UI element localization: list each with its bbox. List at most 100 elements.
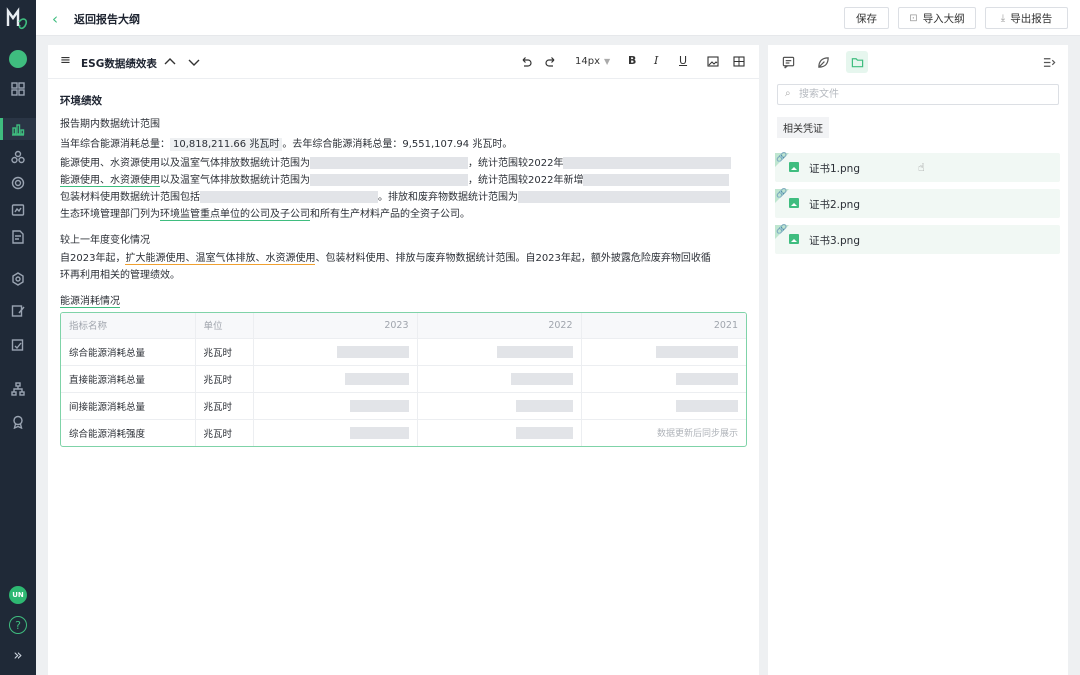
table-header-2023: 2023 <box>253 313 418 339</box>
import-icon: ⊡ <box>909 12 918 24</box>
workspace-icon[interactable] <box>9 50 27 68</box>
top-bar: ‹ 返回报告大纲 保存 ⊡ 导入大纲 ⤓ 导出报告 <box>36 0 1080 36</box>
scope-line-2: 能源使用、水资源使用以及温室气体排放数据统计范围为 ，统计范围较2022年新增 <box>60 171 730 187</box>
edit-doc-icon[interactable] <box>9 302 27 320</box>
row-unit: 兆瓦时 <box>195 365 254 393</box>
help-icon[interactable]: ? <box>9 616 27 634</box>
data-icon[interactable] <box>9 201 27 219</box>
bold-icon[interactable]: B <box>628 54 636 67</box>
energy-total-suffix: 。去年综合能源消耗总量：9,551,107.94 兆瓦时。 <box>282 139 513 150</box>
font-size-select[interactable]: 14px ▼ <box>575 56 610 67</box>
redacted-cell[interactable] <box>581 338 746 366</box>
chevron-down-icon[interactable] <box>188 58 200 67</box>
change-line-1: 自2023年起，扩大能源使用、温室气体排放、水资源使用、包装材料使用、排放与废弃… <box>60 249 711 265</box>
award-icon[interactable] <box>9 413 27 431</box>
redacted-cell[interactable] <box>581 365 746 393</box>
review-icon[interactable] <box>9 336 27 354</box>
cluster-icon[interactable] <box>9 148 27 166</box>
file-item[interactable]: 🔗 证书3.png <box>775 225 1060 254</box>
scope-line-2-b: 以及温室气体排放数据统计范围为 <box>160 175 310 186</box>
editor-panel: ≡ ESG数据绩效表 14px ▼ B I U 环境绩效 报告期内数据统计范围 当… <box>48 45 759 675</box>
chevron-up-icon[interactable] <box>164 57 176 66</box>
undo-icon[interactable] <box>520 56 532 67</box>
table-header-name: 指标名称 <box>61 313 196 339</box>
energy-heading: 能源消耗情况 <box>60 292 120 308</box>
back-to-outline-link[interactable]: 返回报告大纲 <box>74 11 140 27</box>
scope-title: 报告期内数据统计范围 <box>60 119 160 130</box>
file-item[interactable]: 🔗 证书2.png <box>775 189 1060 218</box>
row-unit: 兆瓦时 <box>195 338 254 366</box>
italic-icon[interactable]: I <box>654 54 658 67</box>
redacted-cell[interactable] <box>253 365 418 393</box>
scope-line-2-c: ，统计范围较2022年新增 <box>468 175 584 186</box>
scope-line-3-b: 。排放和废弃物数据统计范围为 <box>378 192 518 203</box>
energy-heading-text[interactable]: 能源消耗情况 <box>60 296 120 308</box>
redacted-cell[interactable] <box>253 392 418 420</box>
folder-icon[interactable] <box>846 51 868 73</box>
right-panel: ⌕ 相关凭证 🔗 证书1.png ☝ 🔗 证书2.png 🔗 证书3.png <box>768 45 1068 675</box>
file-item[interactable]: 🔗 证书1.png ☝ <box>775 153 1060 182</box>
table-row[interactable]: 综合能源消耗总量 兆瓦时 <box>61 338 746 366</box>
target-icon[interactable] <box>9 174 27 192</box>
file-name: 证书2.png <box>809 199 861 211</box>
leaf-icon[interactable] <box>812 51 834 73</box>
table-icon[interactable] <box>733 56 745 67</box>
app-logo-icon[interactable] <box>5 6 31 34</box>
hand-cursor-icon: ☝ <box>918 161 925 174</box>
image-icon[interactable] <box>707 56 719 67</box>
comment-icon[interactable] <box>777 51 799 73</box>
link-icon: 🔗 <box>776 189 788 199</box>
report-chart-icon[interactable] <box>9 120 27 138</box>
underline-icon[interactable]: U <box>679 54 687 67</box>
expand-sidebar-icon[interactable]: » <box>9 646 27 664</box>
save-button-label: 保存 <box>856 12 877 25</box>
row-unit: 兆瓦时 <box>195 419 254 446</box>
table-row[interactable]: 直接能源消耗总量 兆瓦时 <box>61 365 746 393</box>
scope-line-1: 能源使用、水资源使用以及温室气体排放数据统计范围为 ，统计范围较2022年 <box>60 154 732 169</box>
table-header-unit: 单位 <box>195 313 254 339</box>
redacted-block <box>563 157 732 169</box>
table-row[interactable]: 间接能源消耗总量 兆瓦时 <box>61 392 746 420</box>
dashboard-icon[interactable] <box>9 80 27 98</box>
redacted-cell[interactable] <box>417 338 582 366</box>
user-avatar[interactable]: UN <box>9 586 27 604</box>
scope-line-4-a: 生态环境管理部门列为 <box>60 209 160 220</box>
import-outline-label: 导入大纲 <box>922 12 965 25</box>
save-button[interactable]: 保存 <box>844 7 889 29</box>
settings-icon[interactable] <box>9 270 27 288</box>
editor-toolbar: ≡ ESG数据绩效表 14px ▼ B I U <box>48 45 759 79</box>
redo-icon[interactable] <box>545 56 557 67</box>
energy-total-value[interactable]: 10,818,211.66 兆瓦时 <box>170 138 283 151</box>
redacted-cell[interactable] <box>253 419 418 446</box>
file-search-input[interactable] <box>799 87 1054 102</box>
collapse-panel-icon[interactable] <box>1038 51 1060 73</box>
scope-line-4-b[interactable]: 环境监管重点单位的公司及子公司 <box>160 209 310 221</box>
redacted-cell[interactable] <box>253 338 418 366</box>
row-name: 综合能源消耗总量 <box>61 338 196 366</box>
row-name: 间接能源消耗总量 <box>61 392 196 420</box>
image-file-icon <box>789 198 799 208</box>
scope-line-2-a[interactable]: 能源使用、水资源使用 <box>60 175 160 187</box>
org-tree-icon[interactable] <box>9 380 27 398</box>
download-icon: ⤓ <box>1000 12 1006 24</box>
redacted-cell[interactable] <box>417 392 582 420</box>
export-report-button[interactable]: ⤓ 导出报告 <box>985 7 1068 29</box>
pending-note: 数据更新后同步展示 <box>656 429 738 440</box>
link-icon: 🔗 <box>776 225 788 235</box>
energy-table[interactable]: 指标名称 单位 2023 2022 2021 综合能源消耗总量 兆瓦时 直接能源… <box>60 312 747 447</box>
related-evidence-tag[interactable]: 相关凭证 <box>777 117 829 138</box>
row-name: 综合能源消耗强度 <box>61 419 196 446</box>
import-outline-button[interactable]: ⊡ 导入大纲 <box>898 7 976 29</box>
menu-icon[interactable]: ≡ <box>60 53 71 68</box>
redacted-cell[interactable] <box>417 419 582 446</box>
section-title: 环境绩效 <box>60 95 102 107</box>
export-report-label: 导出报告 <box>1010 12 1053 25</box>
image-file-icon <box>789 162 799 172</box>
document-icon[interactable] <box>9 228 27 246</box>
table-row[interactable]: 综合能源消耗强度 兆瓦时 数据更新后同步展示 <box>61 419 746 446</box>
change-line-1-b[interactable]: 扩大能源使用、温室气体排放、水资源使用 <box>125 253 316 265</box>
chevron-left-icon[interactable]: ‹ <box>52 10 58 28</box>
redacted-cell[interactable] <box>581 392 746 420</box>
redacted-cell[interactable] <box>417 365 582 393</box>
redacted-block <box>200 191 378 203</box>
